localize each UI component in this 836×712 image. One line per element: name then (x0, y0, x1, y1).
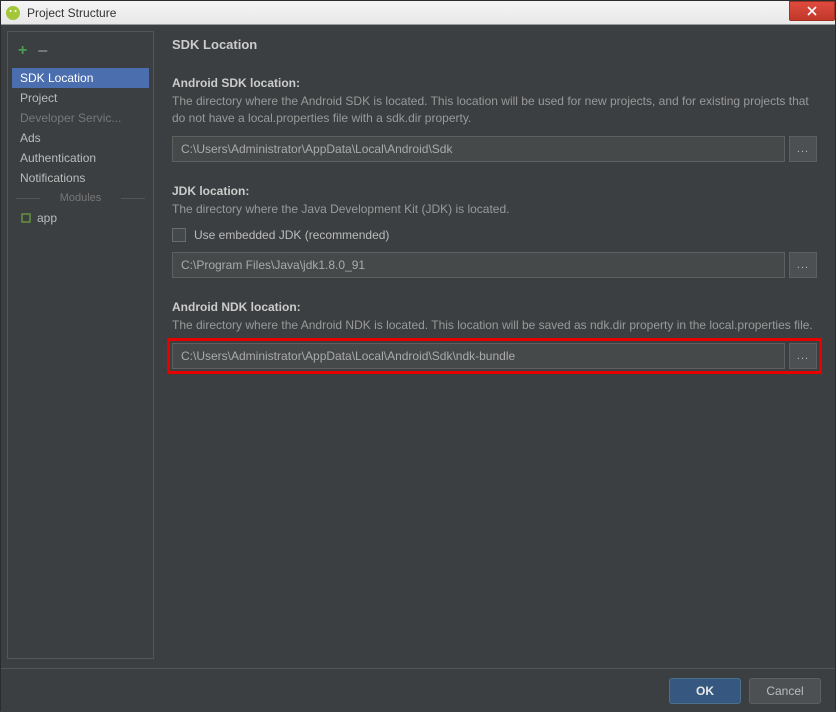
page-title: SDK Location (172, 37, 817, 52)
close-button[interactable] (789, 1, 835, 21)
sidebar-module-app[interactable]: app (12, 208, 149, 228)
sdk-path-input[interactable] (172, 136, 785, 162)
app-icon (5, 5, 21, 21)
add-icon[interactable]: + (18, 43, 27, 59)
ndk-label: Android NDK location: (172, 300, 817, 314)
window-title: Project Structure (27, 6, 116, 20)
sdk-label: Android SDK location: (172, 76, 817, 90)
remove-icon[interactable]: − (37, 42, 48, 60)
footer: OK Cancel (1, 668, 835, 712)
ndk-path-input[interactable] (172, 343, 785, 369)
sidebar-item-notifications[interactable]: Notifications (12, 168, 149, 188)
sdk-desc: The directory where the Android SDK is l… (172, 93, 817, 128)
embedded-jdk-label: Use embedded JDK (recommended) (194, 228, 389, 242)
embedded-jdk-checkbox[interactable] (172, 228, 186, 242)
sidebar-item-sdk-location[interactable]: SDK Location (12, 68, 149, 88)
sidebar-modules-header: Modules (12, 192, 149, 204)
ndk-browse-button[interactable]: ... (789, 343, 817, 369)
ndk-section: Android NDK location: The directory wher… (172, 300, 817, 373)
titlebar: Project Structure (1, 1, 835, 25)
sdk-section: Android SDK location: The directory wher… (172, 76, 817, 162)
jdk-desc: The directory where the Java Development… (172, 201, 817, 218)
ndk-highlight: ... (167, 338, 822, 374)
ndk-desc: The directory where the Android NDK is l… (172, 317, 817, 334)
sidebar-toolbar: + − (12, 38, 149, 68)
sidebar: + − SDK Location Project Developer Servi… (7, 31, 154, 659)
jdk-browse-button[interactable]: ... (789, 252, 817, 278)
cancel-button[interactable]: Cancel (749, 678, 821, 704)
jdk-section: JDK location: The directory where the Ja… (172, 184, 817, 278)
sidebar-item-project[interactable]: Project (12, 88, 149, 108)
jdk-label: JDK location: (172, 184, 817, 198)
jdk-path-input[interactable] (172, 252, 785, 278)
module-icon (20, 212, 32, 224)
sidebar-item-ads[interactable]: Ads (12, 128, 149, 148)
module-label: app (37, 211, 57, 225)
sdk-browse-button[interactable]: ... (789, 136, 817, 162)
ok-button[interactable]: OK (669, 678, 741, 704)
sidebar-item-authentication[interactable]: Authentication (12, 148, 149, 168)
sidebar-item-developer-services[interactable]: Developer Servic... (12, 108, 149, 128)
main-panel: SDK Location Android SDK location: The d… (154, 25, 835, 665)
